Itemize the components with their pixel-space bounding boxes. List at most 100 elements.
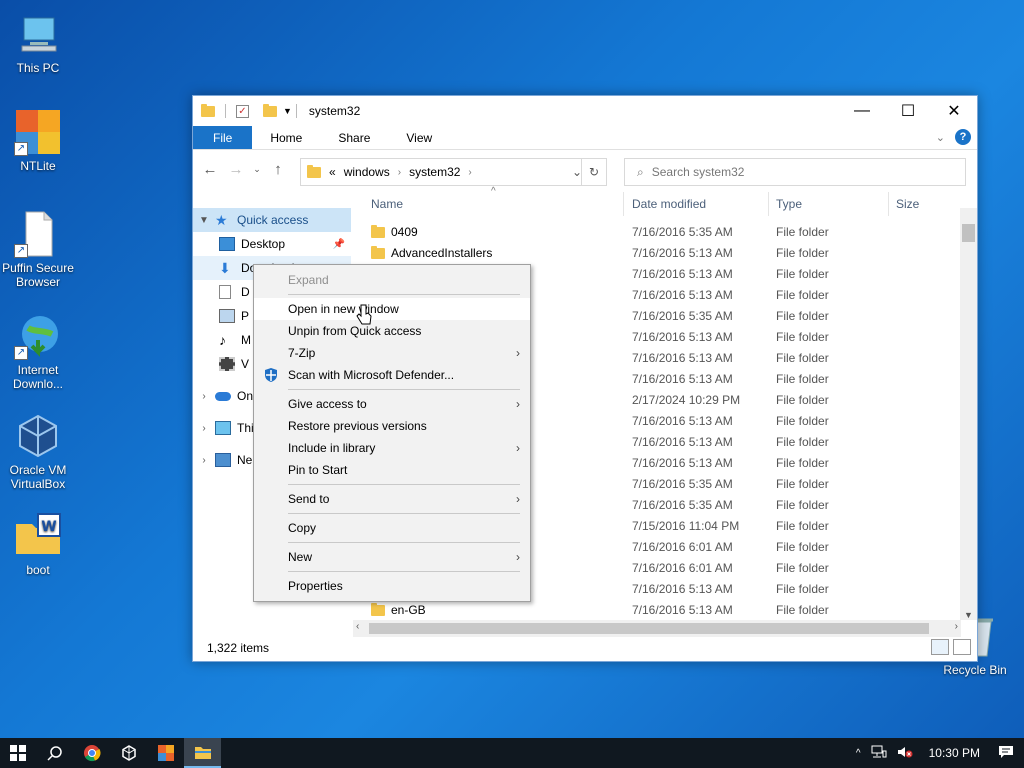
menu-restore-previous[interactable]: Restore previous versions: [254, 415, 530, 437]
help-icon[interactable]: ?: [955, 129, 971, 145]
minimize-button[interactable]: —: [839, 96, 885, 126]
volume-muted-icon[interactable]: [897, 745, 913, 762]
menu-new[interactable]: New ›: [254, 546, 530, 568]
network-icon[interactable]: [871, 745, 887, 762]
computer-icon: [215, 421, 231, 435]
expand-chevron-icon[interactable]: ›: [193, 455, 215, 466]
column-size[interactable]: Size: [896, 197, 919, 211]
column-type[interactable]: Type: [776, 197, 802, 211]
desktop-icon-idm[interactable]: ↗ Internet Downlo...: [0, 312, 76, 391]
menu-divider: [288, 513, 520, 514]
file-type: File folder: [776, 435, 829, 449]
expand-ribbon-icon[interactable]: ⌄: [936, 131, 945, 144]
maximize-button[interactable]: ☐: [885, 96, 931, 126]
breadcrumb-system32[interactable]: system32: [409, 165, 460, 179]
breadcrumb-chevron-icon[interactable]: ›: [468, 167, 471, 178]
taskbar-ntlite[interactable]: [147, 738, 184, 768]
window-title: system32: [308, 104, 361, 118]
scrollbar-thumb[interactable]: [962, 224, 975, 242]
desktop-icon-puffin[interactable]: ↗ Puffin Secure Browser: [0, 210, 76, 289]
taskbar-file-explorer[interactable]: [184, 738, 221, 768]
properties-icon[interactable]: ✓: [236, 104, 249, 118]
file-type: File folder: [776, 477, 829, 491]
menu-scan-defender[interactable]: Scan with Microsoft Defender...: [254, 364, 530, 386]
file-date: 7/16/2016 5:13 AM: [632, 330, 733, 344]
table-row[interactable]: en-GB 7/16/2016 5:13 AM File folder: [363, 599, 963, 620]
expand-chevron-icon[interactable]: ›: [193, 391, 215, 402]
desktop-icon-virtualbox[interactable]: Oracle VM VirtualBox: [0, 412, 76, 491]
recent-locations-icon[interactable]: ⌄: [251, 164, 263, 175]
tab-view[interactable]: View: [388, 126, 450, 149]
address-overflow[interactable]: «: [329, 165, 336, 179]
taskbar-virtualbox[interactable]: [110, 738, 147, 768]
file-date: 7/16/2016 5:35 AM: [632, 309, 733, 323]
scrollbar-thumb[interactable]: [369, 623, 929, 634]
expand-chevron-icon[interactable]: ›: [193, 423, 215, 434]
title-bar: ✓ ▼ system32 — ☐ ✕: [193, 96, 977, 126]
table-row[interactable]: AdvancedInstallers 7/16/2016 5:13 AM File …: [363, 242, 963, 263]
file-type: File folder: [776, 603, 829, 617]
table-row[interactable]: 0409 7/16/2016 5:35 AM File folder: [363, 221, 963, 242]
divider: [295, 104, 297, 118]
vertical-scrollbar[interactable]: ▼: [960, 208, 977, 620]
shortcut-arrow-icon: ↗: [14, 244, 28, 258]
column-date-modified[interactable]: Date modified: [632, 197, 706, 211]
nav-label: P: [241, 309, 250, 323]
up-button[interactable]: ↑: [267, 161, 289, 178]
forward-button[interactable]: →: [225, 161, 247, 178]
menu-unpin-quick-access[interactable]: Unpin from Quick access: [254, 320, 530, 342]
menu-expand[interactable]: Expand: [254, 269, 530, 291]
nav-label: On: [237, 389, 254, 403]
address-bar[interactable]: « windows › system32 › ⌄ ↻: [300, 158, 607, 186]
start-button[interactable]: [0, 738, 36, 768]
refresh-button[interactable]: ↻: [581, 158, 607, 186]
desktop-icon-boot[interactable]: W boot: [0, 512, 76, 577]
column-name[interactable]: Name: [371, 197, 403, 211]
large-icons-view-icon[interactable]: [953, 639, 971, 655]
notification-center-icon[interactable]: [998, 745, 1014, 762]
item-count: 1,322 items: [207, 641, 270, 655]
tab-share[interactable]: Share: [320, 126, 388, 149]
file-type: File folder: [776, 246, 829, 260]
menu-copy[interactable]: Copy: [254, 517, 530, 539]
desktop-icon-ntlite[interactable]: ↗ NTLite: [0, 108, 76, 173]
scroll-right-icon[interactable]: ›: [955, 621, 958, 632]
menu-send-to[interactable]: Send to ›: [254, 488, 530, 510]
desktop-icon-this-pc[interactable]: This PC: [0, 10, 76, 75]
menu-include-library[interactable]: Include in library ›: [254, 437, 530, 459]
clock[interactable]: 10:30 PM: [929, 746, 980, 760]
ribbon-right: ⌄ ?: [936, 129, 971, 145]
ntlite-icon: ↗: [14, 108, 62, 156]
close-button[interactable]: ✕: [931, 96, 977, 126]
menu-properties[interactable]: Properties: [254, 575, 530, 597]
taskbar-chrome[interactable]: [73, 738, 110, 768]
breadcrumb-windows[interactable]: windows: [344, 165, 390, 179]
scroll-left-icon[interactable]: ‹: [356, 621, 359, 632]
submenu-arrow-icon: ›: [516, 441, 520, 455]
shortcut-arrow-icon: ↗: [14, 346, 28, 360]
show-hidden-icons-icon[interactable]: ^: [856, 748, 861, 759]
back-button[interactable]: ←: [199, 161, 221, 178]
chrome-icon: [83, 745, 101, 762]
search-box[interactable]: ⌕ Search system32: [624, 158, 966, 186]
scroll-down-icon[interactable]: ▼: [964, 610, 973, 620]
tab-file[interactable]: File: [193, 126, 253, 149]
tab-home[interactable]: Home: [252, 126, 320, 149]
collapse-chevron-icon[interactable]: ▼: [193, 215, 215, 226]
details-view-icon[interactable]: [931, 639, 949, 655]
menu-pin-to-start[interactable]: Pin to Start: [254, 459, 530, 481]
search-input[interactable]: Search system32: [652, 165, 745, 179]
file-date: 7/16/2016 5:13 AM: [632, 288, 733, 302]
menu-7zip[interactable]: 7-Zip ›: [254, 342, 530, 364]
menu-give-access[interactable]: Give access to ›: [254, 393, 530, 415]
status-bar: 1,322 items: [193, 635, 977, 661]
search-button[interactable]: [36, 738, 73, 768]
breadcrumb-chevron-icon[interactable]: ›: [398, 167, 401, 178]
nav-quick-access[interactable]: ▼ ★ Quick access: [193, 208, 351, 232]
customize-toolbar-icon[interactable]: ▼: [283, 106, 292, 116]
new-folder-icon[interactable]: [263, 103, 277, 117]
menu-open-in-new-window[interactable]: Open in new window: [254, 298, 530, 320]
folder-icon: [371, 602, 385, 616]
nav-desktop[interactable]: Desktop 📌: [193, 232, 351, 256]
menu-label: Open in new window: [288, 302, 399, 316]
